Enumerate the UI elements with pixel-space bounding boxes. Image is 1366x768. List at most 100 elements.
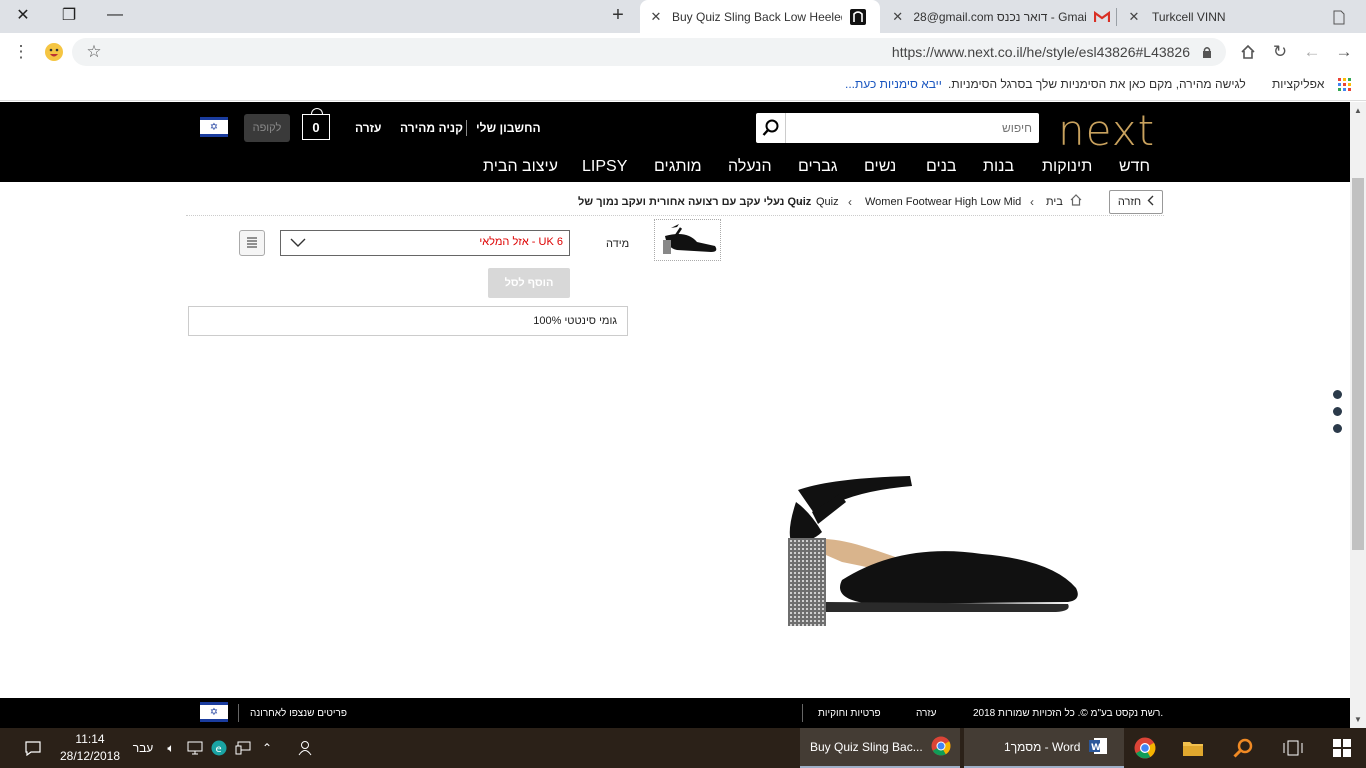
svg-text:W: W: [1091, 743, 1101, 753]
breadcrumb-home[interactable]: בית: [1046, 196, 1063, 208]
task-view-icon[interactable]: [1276, 728, 1310, 768]
tab-turkcell[interactable]: ✕ Turkcell VINN: [1122, 0, 1322, 33]
bookmark-star-icon[interactable]: ☆: [83, 41, 105, 63]
windows-start-icon[interactable]: [1322, 728, 1362, 768]
device-tray-icon[interactable]: [232, 728, 254, 768]
nav-home-design[interactable]: עיצוב הבית: [483, 158, 558, 176]
close-window-icon[interactable]: ✕: [0, 0, 46, 30]
my-account-link[interactable]: החשבון שלי: [476, 121, 541, 135]
checkout-button[interactable]: לקופה: [244, 114, 290, 142]
tab-title: דואר נכנס - Gmail: [996, 9, 1086, 24]
tab-gmail-email: 28@gmail.com: [913, 9, 994, 24]
clock-time: 11:14: [75, 732, 105, 746]
address-bar[interactable]: ☆ https://www.next.co.il/he/style/esl438…: [72, 38, 1226, 66]
nav-footwear[interactable]: הנעלה: [728, 158, 772, 176]
show-hidden-icons-icon[interactable]: ⌃: [256, 728, 278, 768]
israel-flag-icon[interactable]: ✡: [200, 117, 228, 137]
back-icon[interactable]: →: [1333, 41, 1355, 63]
back-button[interactable]: חזרה: [1109, 190, 1163, 214]
add-to-bag-button[interactable]: הוסף לסל: [488, 268, 570, 298]
menu-dots-icon[interactable]: ⋮: [10, 41, 32, 63]
chrome-taskbar-icon[interactable]: [1128, 728, 1162, 768]
shopping-bag[interactable]: 0: [302, 108, 330, 140]
action-center-icon[interactable]: [20, 728, 46, 768]
forward-icon[interactable]: ←: [1301, 41, 1323, 63]
chevron-left-icon: ‹: [848, 195, 852, 209]
volume-icon[interactable]: 🔈︎: [160, 728, 182, 768]
scrollbar-thumb[interactable]: [1352, 178, 1364, 550]
page-icon: [1328, 6, 1350, 28]
lock-icon[interactable]: [1196, 41, 1218, 63]
search-input[interactable]: [788, 113, 1032, 143]
file-explorer-icon[interactable]: [1176, 728, 1210, 768]
nav-girls[interactable]: בנות: [983, 158, 1014, 176]
tab-close-icon[interactable]: ✕: [890, 9, 905, 25]
size-guide-icon[interactable]: [239, 230, 265, 256]
size-dropdown[interactable]: UK 6 - אזל המלאי: [280, 230, 570, 256]
chevron-left-icon: ‹: [1030, 195, 1034, 209]
chevron-left-icon: [1147, 195, 1154, 209]
tab-close-icon[interactable]: ✕: [1126, 9, 1142, 25]
scroll-down-icon[interactable]: ▼: [1354, 715, 1362, 724]
breadcrumb-brand[interactable]: Quiz: [816, 196, 839, 208]
edge-tray-icon[interactable]: e: [208, 728, 230, 768]
site-footer: 2018 רשת נקסט בע"מ ©. כל הזכויות שמורות.…: [0, 698, 1350, 728]
reload-icon[interactable]: ↻: [1269, 41, 1291, 63]
system-clock[interactable]: 11:14 28/12/2018: [50, 731, 130, 765]
nav-women[interactable]: נשים: [864, 158, 896, 176]
product-thumbnail[interactable]: [654, 219, 721, 261]
israel-flag-icon[interactable]: ✡: [200, 702, 228, 722]
tab-gmail[interactable]: ✕ 28@gmail.com דואר נכנס - Gmail: [882, 0, 1110, 33]
quick-buy-link[interactable]: קניה מהירה: [400, 121, 463, 135]
nav-lipsy[interactable]: LIPSY: [582, 158, 627, 176]
next-favicon-icon: [850, 8, 866, 25]
search-icon[interactable]: [756, 113, 786, 143]
next-logo[interactable]: next: [1058, 106, 1155, 155]
apps-grid-icon[interactable]: [1334, 74, 1356, 96]
tab-close-icon[interactable]: ✕: [648, 9, 664, 25]
tab-next-product[interactable]: ✕ Buy Quiz Sling Back Low Heeled: [640, 0, 880, 33]
import-bookmarks-link[interactable]: ייבא סימניות כעת...: [845, 77, 942, 91]
apps-label[interactable]: אפליקציות: [1272, 77, 1324, 91]
nav-new[interactable]: חדש: [1119, 158, 1150, 176]
chrome-icon: [931, 736, 951, 759]
help-link[interactable]: עזרה: [355, 121, 381, 135]
size-label: מידה: [606, 238, 630, 250]
page-viewport: next החשבון שלי קניה מהירה עזרה 0 לקופה …: [0, 102, 1350, 728]
footer-separator: [802, 704, 803, 722]
breadcrumb-category[interactable]: Women Footwear High Low Mid: [865, 196, 1021, 208]
network-icon[interactable]: [184, 728, 206, 768]
home-icon[interactable]: [1070, 194, 1082, 209]
nav-boys[interactable]: בנים: [926, 158, 956, 176]
size-selected-value: UK 6 - אזל המלאי: [479, 236, 563, 248]
new-tab-button[interactable]: +: [608, 5, 628, 26]
people-icon[interactable]: [292, 728, 314, 768]
tab-title: Turkcell VINN: [1152, 9, 1226, 24]
nav-baby[interactable]: תינוקות: [1042, 158, 1092, 176]
nav-men[interactable]: גברים: [798, 158, 838, 176]
gmail-icon: [1094, 9, 1110, 25]
url-text[interactable]: https://www.next.co.il/he/style/esl43826…: [892, 44, 1190, 60]
material-text: 100% גומי סינטטי: [533, 315, 617, 327]
page-scrollbar[interactable]: ▲ ▼: [1350, 102, 1366, 728]
clock-date: 28/12/2018: [59, 749, 121, 763]
breadcrumb-product: נעלי עקב עם רצועה אחורית ועקב נמוך של Qu…: [578, 196, 812, 208]
taskbar-word-window[interactable]: מסמך1 - Word W: [964, 728, 1124, 768]
more-options-dots-icon[interactable]: [1333, 390, 1343, 441]
home-icon[interactable]: [1237, 41, 1259, 63]
footer-help-link[interactable]: עזרה: [916, 708, 936, 719]
taskbar-chrome-window[interactable]: Buy Quiz Sling Bac...: [800, 728, 960, 768]
product-main-image[interactable]: [782, 472, 1082, 630]
taskbar-window-title: Buy Quiz Sling Bac...: [810, 740, 923, 754]
emoji-extension-icon[interactable]: [43, 41, 65, 63]
minimize-window-icon[interactable]: —: [92, 0, 138, 30]
restore-window-icon[interactable]: ❐: [46, 0, 92, 30]
search-app-icon[interactable]: [1226, 728, 1260, 768]
scroll-up-icon[interactable]: ▲: [1354, 106, 1362, 115]
recently-viewed-link[interactable]: פריטים שנצפו לאחרונה: [250, 708, 347, 719]
footer-privacy-link[interactable]: פרטיות וחוקיות: [818, 708, 881, 719]
input-language[interactable]: עבר: [130, 728, 156, 768]
nav-brands[interactable]: מותגים: [654, 158, 702, 176]
bookmarks-hint: לגישה מהירה, מקם כאן את הסימניות שלך בסר…: [948, 77, 1246, 91]
tab-strip: ✕ ❐ — + ✕ Buy Quiz Sling Back Low Heeled…: [0, 0, 1366, 33]
